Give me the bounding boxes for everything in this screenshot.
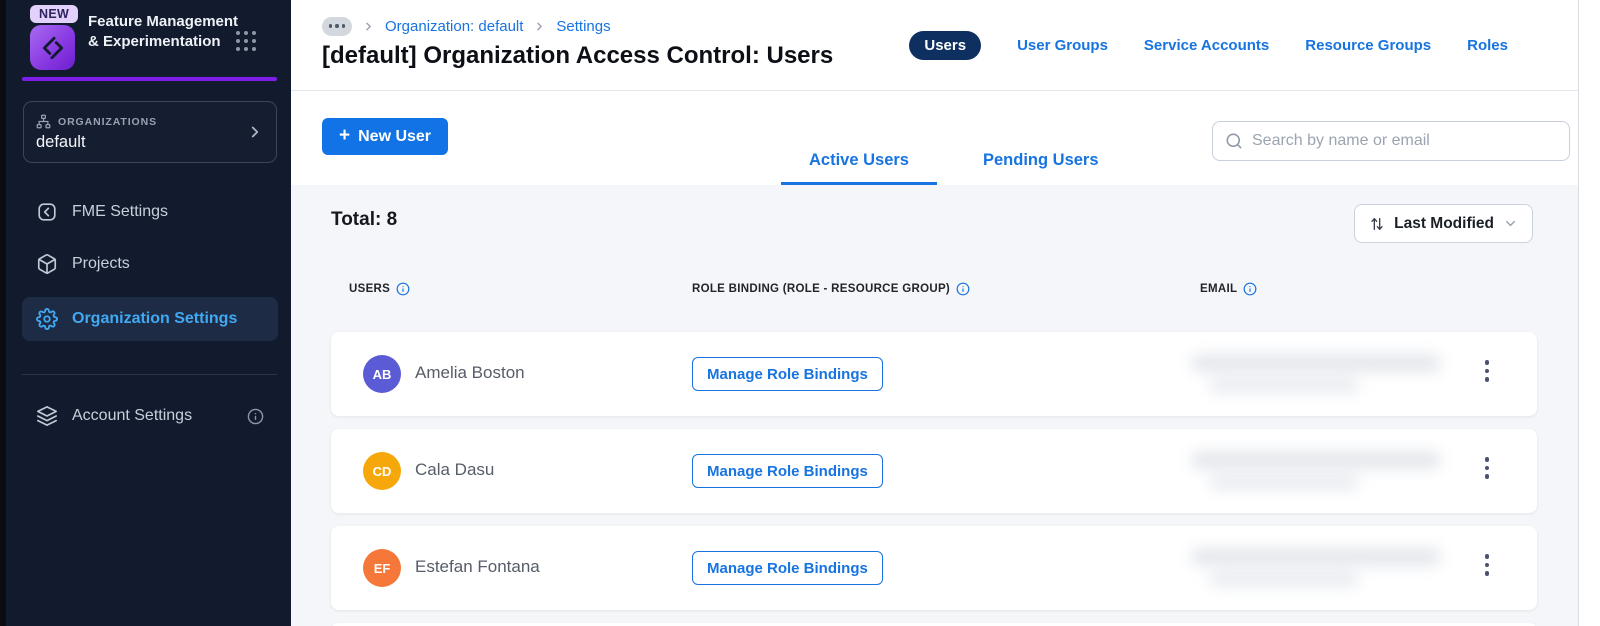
main-area: Organization: default Settings [default]… bbox=[291, 0, 1578, 626]
sort-dropdown[interactable]: Last Modified bbox=[1354, 204, 1533, 243]
search-icon bbox=[1225, 132, 1243, 150]
organization-selector[interactable]: ORGANIZATIONS default bbox=[23, 101, 277, 163]
split-diamond-icon bbox=[40, 35, 66, 61]
redacted-email bbox=[1181, 348, 1471, 400]
scroll-gutter bbox=[1578, 0, 1600, 626]
sort-label: Last Modified bbox=[1394, 214, 1494, 232]
breadcrumb-ellipsis-icon[interactable] bbox=[322, 16, 352, 36]
product-title: Feature Management & Experimentation bbox=[88, 13, 239, 50]
tab-resource-groups[interactable]: Resource Groups bbox=[1305, 37, 1431, 54]
avatar: AB bbox=[363, 355, 401, 393]
row-menu-kebab-icon[interactable] bbox=[1479, 360, 1495, 388]
new-user-label: New User bbox=[358, 127, 432, 145]
chevron-right-icon bbox=[533, 20, 546, 33]
column-header-role-binding: ROLE BINDING (ROLE - RESOURCE GROUP) bbox=[692, 282, 970, 296]
table-row: CD Cala Dasu Manage Role Bindings bbox=[331, 429, 1537, 513]
search-input[interactable] bbox=[1252, 132, 1557, 150]
fme-settings-icon bbox=[36, 201, 58, 223]
org-selector-label: ORGANIZATIONS bbox=[58, 115, 158, 128]
redacted-email bbox=[1181, 542, 1471, 594]
tab-service-accounts[interactable]: Service Accounts bbox=[1144, 37, 1269, 54]
chevron-right-icon bbox=[362, 20, 375, 33]
info-icon[interactable] bbox=[247, 408, 264, 425]
tab-user-groups[interactable]: User Groups bbox=[1017, 37, 1108, 54]
layers-icon bbox=[36, 405, 58, 427]
users-content: Total: 8 Last Modified USERS ROLE BINDIN… bbox=[291, 185, 1578, 626]
column-header-users: USERS bbox=[349, 282, 410, 296]
table-row: EF Estefan Fontana Manage Role Bindings bbox=[331, 526, 1537, 610]
avatar: CD bbox=[363, 452, 401, 490]
plus-icon: + bbox=[339, 124, 351, 146]
breadcrumb: Organization: default Settings bbox=[322, 16, 611, 36]
total-count: Total: 8 bbox=[331, 209, 398, 230]
search-box bbox=[1212, 121, 1570, 161]
sidebar-item-account-settings[interactable]: Account Settings bbox=[22, 394, 278, 438]
user-state-tabs: Active Users Pending Users bbox=[781, 151, 1127, 185]
access-control-tabs: Users User Groups Service Accounts Resou… bbox=[909, 31, 1508, 60]
manage-role-bindings-button[interactable]: Manage Role Bindings bbox=[692, 551, 883, 585]
cube-icon bbox=[36, 253, 58, 275]
fme-logo bbox=[30, 25, 75, 70]
row-menu-kebab-icon[interactable] bbox=[1479, 457, 1495, 485]
page-title: [default] Organization Access Control: U… bbox=[322, 42, 834, 69]
sidebar-item-projects[interactable]: Projects bbox=[22, 242, 278, 286]
column-label: ROLE BINDING (ROLE - RESOURCE GROUP) bbox=[692, 283, 951, 295]
user-name: Amelia Boston bbox=[415, 363, 525, 382]
sitemap-icon bbox=[36, 114, 51, 129]
chevron-down-icon bbox=[1503, 216, 1518, 231]
tab-users[interactable]: Users bbox=[909, 31, 982, 60]
sidebar: NEW Feature Management & Experimentation… bbox=[6, 0, 291, 626]
sidebar-item-organization-settings[interactable]: Organization Settings bbox=[22, 297, 278, 341]
org-selector-value: default bbox=[36, 133, 86, 151]
column-header-email: EMAIL bbox=[1200, 282, 1257, 296]
redacted-email bbox=[1181, 445, 1471, 497]
column-label: EMAIL bbox=[1200, 283, 1238, 295]
sort-arrows-icon bbox=[1369, 216, 1385, 232]
manage-role-bindings-button[interactable]: Manage Role Bindings bbox=[692, 454, 883, 488]
table-row: AB Amelia Boston Manage Role Bindings bbox=[331, 332, 1537, 416]
accent-divider bbox=[22, 77, 277, 81]
manage-role-bindings-button[interactable]: Manage Role Bindings bbox=[692, 357, 883, 391]
info-icon[interactable] bbox=[956, 282, 970, 296]
info-icon[interactable] bbox=[1243, 282, 1257, 296]
user-name: Cala Dasu bbox=[415, 460, 495, 479]
column-label: USERS bbox=[349, 283, 391, 295]
sidebar-item-label: Account Settings bbox=[72, 407, 193, 424]
tab-roles[interactable]: Roles bbox=[1467, 37, 1508, 54]
info-icon[interactable] bbox=[396, 282, 410, 296]
sidebar-item-label: Projects bbox=[72, 255, 130, 272]
page-header: Organization: default Settings [default]… bbox=[291, 0, 1578, 91]
breadcrumb-link-settings[interactable]: Settings bbox=[556, 18, 610, 35]
new-badge: NEW bbox=[30, 5, 79, 23]
app-switcher-grid-icon[interactable] bbox=[236, 31, 262, 57]
sidebar-item-label: FME Settings bbox=[72, 203, 169, 220]
new-user-button[interactable]: + New User bbox=[322, 118, 449, 155]
sidebar-item-label: Organization Settings bbox=[72, 310, 238, 327]
tab-pending-users[interactable]: Pending Users bbox=[955, 151, 1127, 185]
breadcrumb-link-organization[interactable]: Organization: default bbox=[385, 18, 523, 35]
gear-icon bbox=[36, 308, 58, 330]
user-name: Estefan Fontana bbox=[415, 557, 540, 576]
avatar: EF bbox=[363, 549, 401, 587]
chevron-right-icon bbox=[246, 123, 264, 141]
sidebar-divider bbox=[22, 374, 277, 375]
sidebar-item-fme-settings[interactable]: FME Settings bbox=[22, 190, 278, 234]
row-menu-kebab-icon[interactable] bbox=[1479, 554, 1495, 582]
tab-active-users[interactable]: Active Users bbox=[781, 151, 937, 185]
toolbar: + New User Active Users Pending Users bbox=[291, 91, 1578, 185]
